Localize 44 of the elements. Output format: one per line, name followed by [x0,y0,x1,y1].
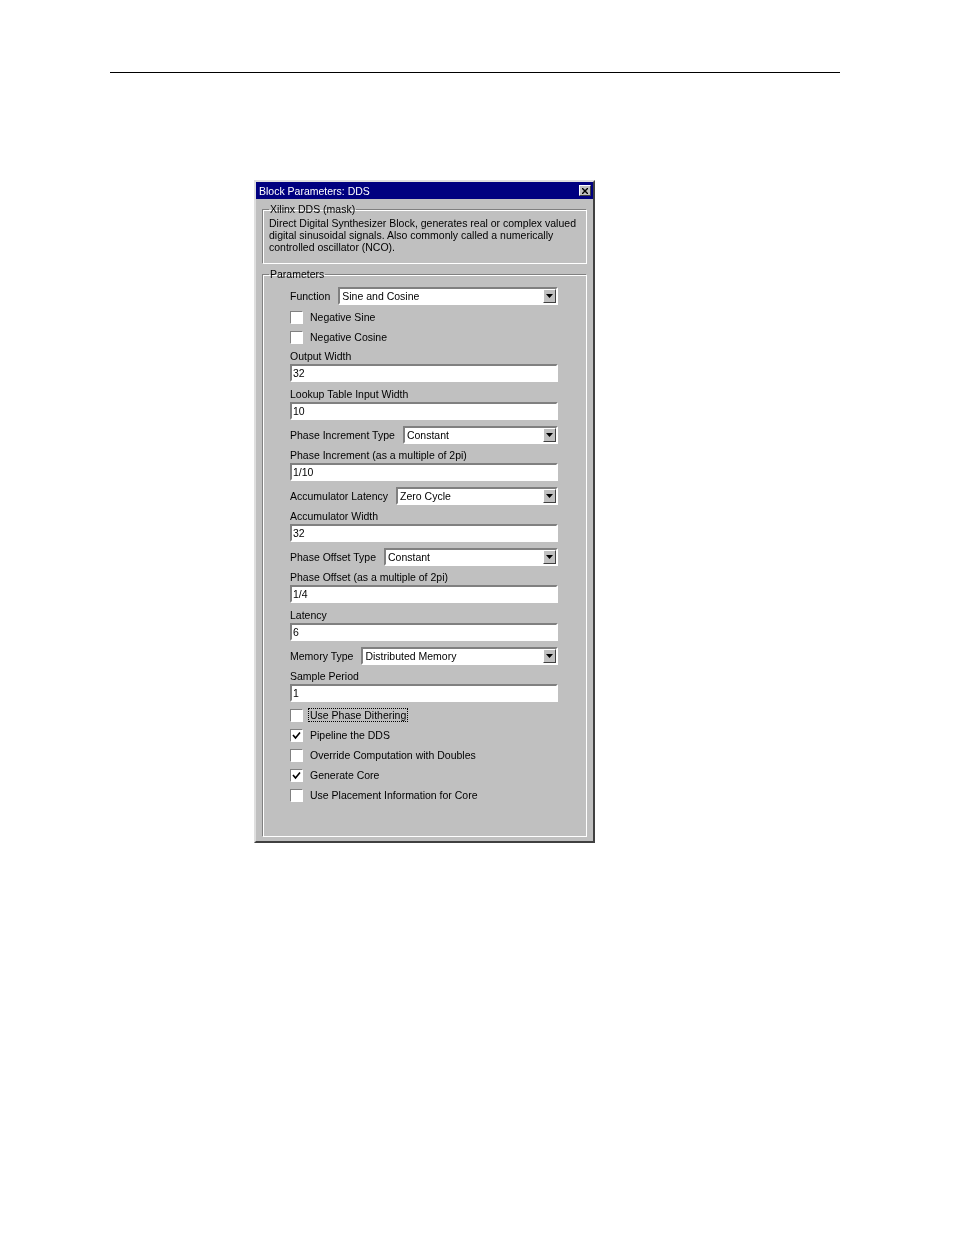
dropdown[interactable]: Constant [384,547,558,566]
input-field[interactable]: 32 [290,524,558,542]
checkbox-label[interactable]: Negative Sine [308,310,378,324]
input-field[interactable]: 6 [290,623,558,641]
checkbox-label[interactable]: Override Computation with Doubles [308,748,478,762]
checkbox[interactable] [290,748,303,762]
field-label: Sample Period [290,669,360,684]
group-title: Xilinx DDS (mask) [269,203,357,215]
dropdown[interactable]: Distributed Memory [361,646,558,665]
field-label: Accumulator Width [290,509,380,524]
checkbox[interactable] [290,310,303,324]
input-field[interactable]: 1/4 [290,585,558,603]
field-label: Phase Offset (as a multiple of 2pi) [290,570,449,585]
checkbox-label[interactable]: Pipeline the DDS [308,728,392,742]
dropdown[interactable]: Constant [402,425,558,444]
description-text: Direct Digital Synthesizer Block, generates real or complex valued digital sinusoidal signals. Also commonly called a numerically controlled oscillator (NCO). [269,217,577,253]
checkbox-label[interactable]: Use Placement Information for Core [308,788,480,802]
field-label: Phase Offset Type [290,550,376,563]
checkbox-label[interactable]: Negative Cosine [308,330,390,344]
close-icon [582,187,588,194]
field-label: Memory Type [290,649,354,662]
input-field[interactable]: 10 [290,402,558,420]
dropdown[interactable]: Zero Cycle [396,486,558,505]
close-button[interactable] [579,185,591,196]
input-field[interactable]: 1 [290,684,558,702]
checkbox[interactable] [290,708,303,722]
field-label: Accumulator Latency [290,489,389,502]
checkbox-label[interactable]: Generate Core [308,768,382,782]
dropdown[interactable]: Sine and Cosine [338,286,558,305]
checkbox[interactable] [290,788,303,802]
field-label: Phase Increment (as a multiple of 2pi) [290,448,468,463]
field-label: Latency [290,608,328,623]
field-label: Lookup Table Input Width [290,387,410,402]
window-title: Block Parameters: DDS [259,184,370,197]
checkbox[interactable] [290,728,303,742]
field-label: Function [290,289,331,302]
checkbox-label[interactable]: Use Phase Dithering [308,708,409,722]
field-label: Phase Increment Type [290,428,395,441]
checkbox[interactable] [290,330,303,344]
checkbox[interactable] [290,768,303,782]
group-title: Parameters [269,268,326,280]
field-label: Output Width [290,349,353,364]
input-field[interactable]: 32 [290,364,558,382]
input-field[interactable]: 1/10 [290,463,558,481]
